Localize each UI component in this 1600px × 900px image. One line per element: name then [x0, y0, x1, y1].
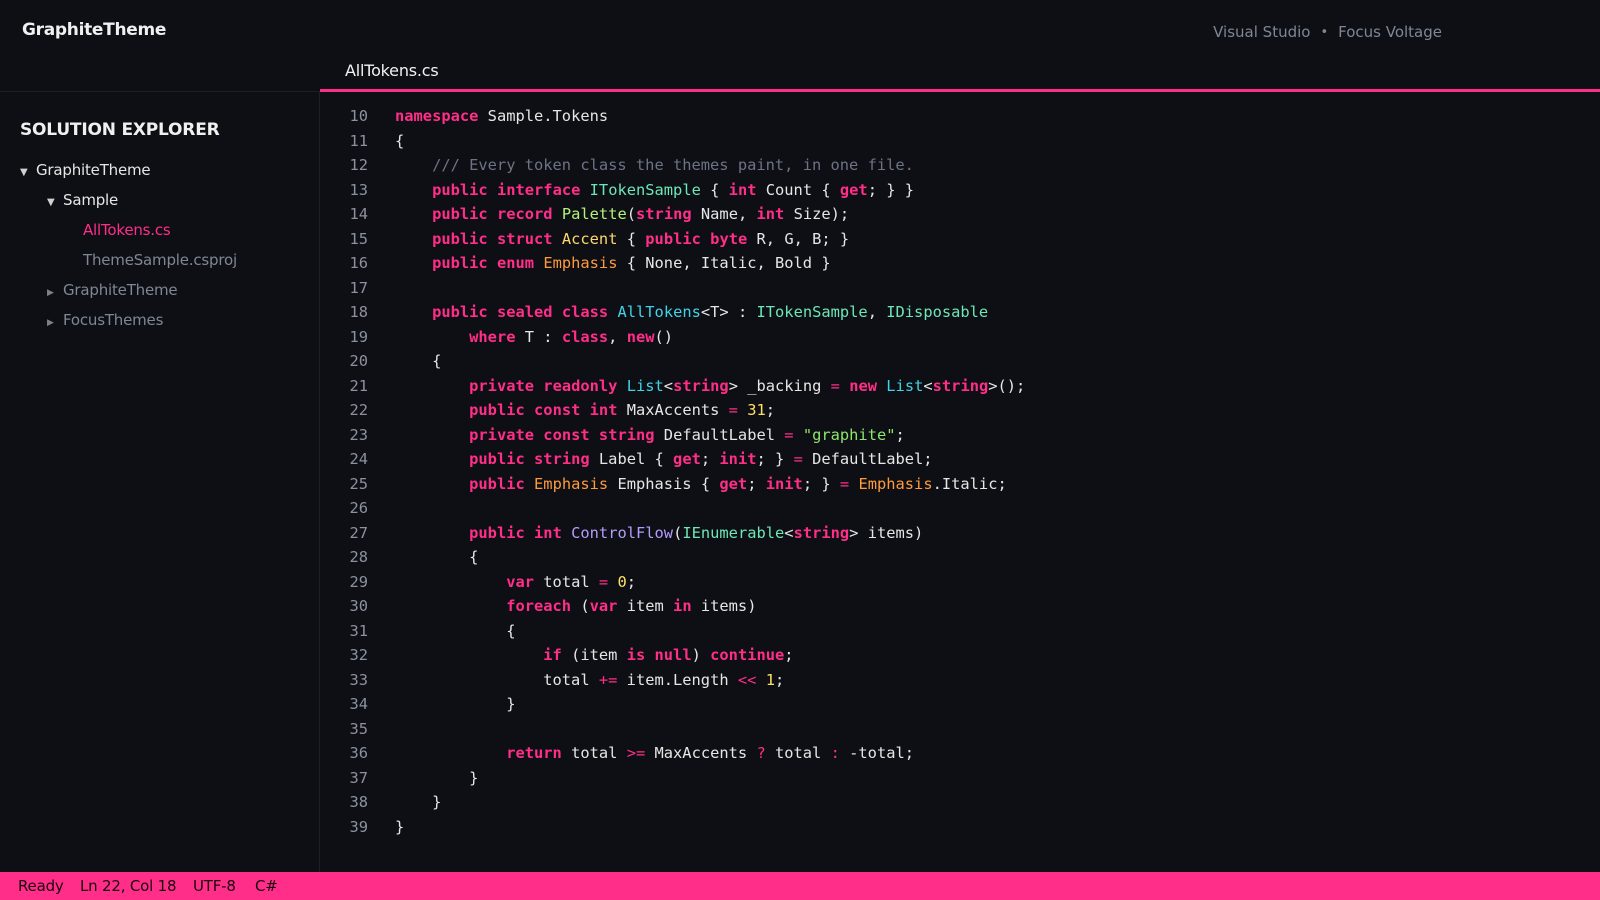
tab-alltokens[interactable]: AllTokens.cs — [320, 62, 465, 90]
line-number: 11 — [349, 131, 368, 150]
code-text[interactable]: private readonly List<string> _backing =… — [395, 374, 1025, 399]
line-number: 33 — [349, 670, 368, 689]
tree-item-graphitetheme[interactable]: ▼ GraphiteTheme — [20, 158, 151, 185]
line-number: 31 — [349, 621, 368, 640]
status-bar: Ready Ln 22, Col 18 UTF-8 C# — [0, 872, 1600, 900]
tab-bar: AllTokens.cs — [320, 62, 1600, 92]
code-text[interactable]: /// Every token class the themes paint, … — [395, 153, 914, 178]
code-text[interactable]: public interface ITokenSample { int Coun… — [395, 178, 914, 203]
status-language[interactable]: C# — [255, 872, 278, 900]
code-text[interactable]: public int ControlFlow(IEnumerable<strin… — [395, 521, 923, 546]
solution-explorer: SOLUTION EXPLORER ▼ GraphiteTheme ▼ Sample… — [0, 92, 320, 872]
tree-item-label: GraphiteTheme — [36, 161, 151, 179]
tree-item-graphitetheme-collapsed[interactable]: ▶ GraphiteTheme — [47, 278, 178, 305]
tree-item-label: AllTokens.cs — [83, 221, 171, 239]
code-text[interactable]: var total = 0; — [395, 570, 636, 595]
line-number: 28 — [349, 548, 368, 566]
code-text[interactable]: } — [395, 790, 441, 815]
code-text[interactable]: } — [395, 815, 404, 840]
line-number: 22 — [349, 401, 368, 419]
code-text[interactable]: } — [395, 692, 515, 717]
line-number: 16 — [349, 254, 368, 272]
code-text[interactable]: public Emphasis Emphasis { get; init; } … — [395, 472, 1007, 497]
line-number: 29 — [349, 572, 368, 591]
line-number: 13 — [349, 180, 368, 199]
code-text[interactable]: { — [395, 545, 478, 570]
code-text[interactable]: return total >= MaxAccents ? total : -to… — [395, 741, 914, 766]
line-number: 37 — [349, 768, 368, 787]
line-number: 12 — [349, 156, 368, 174]
code-text[interactable]: } — [395, 766, 478, 791]
sidebar-header: SOLUTION EXPLORER — [20, 120, 220, 140]
title-meta: Visual Studio • Focus Voltage — [1213, 23, 1442, 41]
product-name: Visual Studio — [1213, 23, 1311, 41]
tree-item-themesample-csproj[interactable]: ThemeSample.csproj — [83, 248, 237, 272]
status-encoding[interactable]: UTF-8 — [193, 872, 236, 900]
line-number: 32 — [349, 646, 368, 664]
code-text[interactable]: { — [395, 129, 404, 154]
line-number: 24 — [349, 450, 368, 468]
line-number: 27 — [349, 523, 368, 542]
code-text[interactable]: private const string DefaultLabel = "gra… — [395, 423, 905, 448]
tree-item-label: ThemeSample.csproj — [83, 251, 237, 269]
tree-item-label: GraphiteTheme — [63, 281, 178, 299]
line-number: 23 — [349, 425, 368, 444]
code-text[interactable]: if (item is null) continue; — [395, 643, 793, 668]
line-number: 39 — [349, 817, 368, 836]
title-bar: GraphiteTheme Visual Studio • Focus Volt… — [0, 0, 1600, 62]
line-number: 38 — [349, 793, 368, 811]
code-text[interactable]: where T : class, new() — [395, 325, 673, 350]
code-text[interactable]: public enum Emphasis { None, Italic, Bol… — [395, 251, 831, 276]
line-number: 25 — [349, 474, 368, 493]
line-number: 21 — [349, 376, 368, 395]
code-text[interactable]: foreach (var item in items) — [395, 594, 756, 619]
code-text[interactable]: public string Label { get; init; } = Def… — [395, 447, 932, 472]
meta-separator: • — [1320, 24, 1329, 40]
caret-down-icon[interactable]: ▼ — [20, 161, 36, 185]
line-number: 17 — [349, 278, 368, 297]
line-number: 36 — [349, 744, 368, 762]
line-number: 14 — [349, 205, 368, 223]
theme-name: Focus Voltage — [1338, 23, 1442, 41]
code-text[interactable]: public const int MaxAccents = 31; — [395, 398, 775, 423]
line-number: 18 — [349, 303, 368, 321]
app-title: GraphiteTheme — [22, 20, 167, 40]
status-state: Ready — [18, 877, 64, 895]
line-number: 15 — [349, 229, 368, 248]
line-number: 10 — [349, 107, 368, 125]
code-text[interactable]: public record Palette(string Name, int S… — [395, 202, 849, 227]
line-number: 20 — [349, 352, 368, 370]
code-text[interactable]: public struct Accent { public byte R, G,… — [395, 227, 849, 252]
tree-item-label: FocusThemes — [63, 311, 164, 329]
line-number: 19 — [349, 327, 368, 346]
line-number: 34 — [349, 695, 368, 713]
tree-item-label: Sample — [63, 191, 119, 209]
caret-down-icon[interactable]: ▼ — [47, 191, 63, 215]
caret-right-icon[interactable]: ▶ — [47, 281, 63, 305]
caret-right-icon[interactable]: ▶ — [47, 311, 63, 335]
line-number: 35 — [349, 719, 368, 738]
line-number: 30 — [349, 597, 368, 615]
tree-item-sample[interactable]: ▼ Sample — [47, 188, 118, 212]
status-cursor-position[interactable]: Ln 22, Col 18 — [80, 872, 177, 900]
code-editor[interactable]: 10 namespace Sample.Tokens 11 {12 /// Every… — [320, 92, 1600, 872]
line-number: 26 — [349, 499, 368, 517]
code-text[interactable]: { — [395, 349, 441, 374]
code-text[interactable]: public sealed class AllTokens<T> : IToke… — [395, 300, 988, 325]
code-text[interactable]: total += item.Length << 1; — [395, 668, 784, 693]
tree-item-focusthemes[interactable]: ▶ FocusThemes — [47, 308, 163, 332]
code-text[interactable]: { — [395, 619, 515, 644]
code-text[interactable]: namespace Sample.Tokens — [395, 104, 608, 129]
tree-item-alltokens-cs[interactable]: AllTokens.cs — [83, 218, 171, 242]
